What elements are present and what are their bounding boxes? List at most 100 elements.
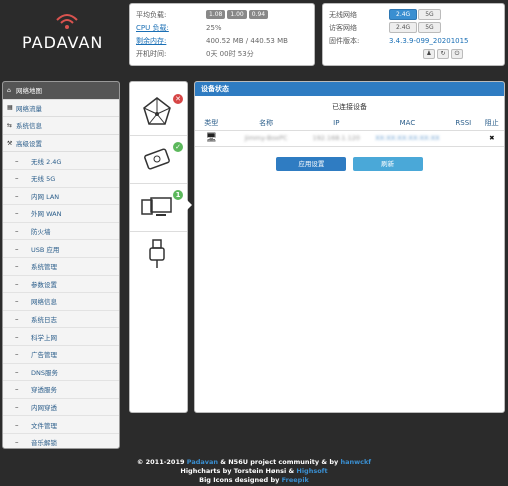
system-stats-panel: 平均负载: 1.08 1.00 0.94 CPU 负载: 25% 剩余内存: 4… — [129, 3, 315, 66]
dash-icon: – — [15, 227, 19, 236]
sidebar-sub-usb[interactable]: – USB 应用 — [3, 240, 119, 258]
hanwckf-link[interactable]: hanwckf — [340, 458, 371, 466]
sidebar-sub-firewall[interactable]: – 防火墙 — [3, 223, 119, 241]
dash-icon: – — [15, 174, 19, 183]
sidebar-sub-params[interactable]: – 参数设置 — [3, 276, 119, 294]
wifi-24g-button[interactable]: 2.4G — [389, 9, 418, 20]
clients-node[interactable]: 1 — [130, 184, 187, 232]
router-icon — [144, 148, 170, 170]
power-icon[interactable]: ⏻ — [451, 48, 463, 59]
footer-line-3: Big Icons designed by Freepik — [0, 476, 508, 485]
uptime-label: 开机时间: — [136, 49, 167, 58]
dash-icon: – — [15, 438, 19, 447]
dash-icon: – — [15, 156, 19, 165]
internet-node[interactable]: ✕ — [130, 88, 187, 136]
sidebar-sub-dns[interactable]: – DNS服务 — [3, 364, 119, 382]
dash-icon: – — [15, 315, 19, 324]
sidebar-sub-label: 系统日志 — [31, 316, 57, 325]
sidebar-sub-system-admin[interactable]: – 系统管理 — [3, 258, 119, 276]
dash-icon: – — [15, 262, 19, 271]
guest-24g-button[interactable]: 2.4G — [389, 22, 418, 33]
memory-label[interactable]: 剩余内存: — [136, 36, 206, 46]
sidebar-sub-files[interactable]: – 文件管理 — [3, 416, 119, 434]
footer-text: © 2011-2019 — [136, 458, 187, 466]
load-label: 平均负载: — [136, 10, 167, 19]
padavan-link[interactable]: Padavan — [187, 458, 218, 466]
table-row: 🖥 Jimmy-BoxPC 192.168.1.120 XX:XX:XX:XX:… — [195, 130, 504, 147]
dash-icon: – — [15, 367, 19, 376]
sidebar-sub-label: 系统管理 — [31, 263, 57, 272]
sidebar-sub-wan[interactable]: – 外网 WAN — [3, 205, 119, 223]
sidebar-item-advanced[interactable]: ⚒ 高级设置 — [3, 135, 119, 153]
client-count-badge: 1 — [173, 190, 183, 200]
col-rssi: RSSI — [447, 116, 480, 131]
sidebar-sub-label: 外网 WAN — [31, 210, 62, 219]
dash-icon: – — [15, 420, 19, 429]
freepik-link[interactable]: Freepik — [282, 476, 309, 484]
apply-button[interactable]: 应用设置 — [276, 156, 347, 171]
memory-value: 400.52 MB / 440.53 MB — [206, 36, 288, 45]
client-mac[interactable]: XX:XX:XX:XX:XX:XX — [367, 130, 448, 147]
dash-icon: – — [15, 350, 19, 359]
guest-5g-button[interactable]: 5G — [418, 22, 441, 33]
guest-label: 访客网络 — [329, 23, 357, 32]
cpu-label[interactable]: CPU 负载: — [136, 23, 206, 33]
col-name: 名称 — [227, 116, 305, 131]
uptime-value: 0天 00时 53分 — [206, 49, 254, 58]
wireless-panel: 无线网络 2.4G 5G 访客网络 2.4G 5G 固件版本: 3.4.3.9-… — [322, 3, 505, 66]
sidebar-nav: ⌂ 网络地图 ▦ 网络流量 ⇆ 系统信息 ⚒ 高级设置 – 无线 2.4G – 无线… — [2, 81, 120, 449]
sidebar-sub-network-info[interactable]: – 网络信息 — [3, 293, 119, 311]
sidebar-item-traffic[interactable]: ▦ 网络流量 — [3, 100, 119, 118]
sidebar-sub-music[interactable]: – 音乐解锁 — [3, 434, 119, 448]
footer-line-1: © 2011-2019 Padavan & N56U project commu… — [0, 458, 508, 467]
refresh-button[interactable]: 刷新 — [352, 156, 423, 171]
sidebar-item-label: 网络流量 — [16, 104, 42, 113]
sidebar-sub-lan[interactable]: – 内网 LAN — [3, 188, 119, 206]
ok-status-icon: ✓ — [173, 142, 183, 152]
wifi-5g-button[interactable]: 5G — [418, 9, 441, 20]
highsoft-link[interactable]: Highsoft — [296, 467, 327, 475]
refresh-icon[interactable]: ↻ — [437, 48, 449, 59]
sidebar-sub-tunnel[interactable]: – 穿透服务 — [3, 381, 119, 399]
sidebar-item-label: 高级设置 — [16, 140, 42, 149]
computers-icon — [141, 197, 172, 216]
col-block: 阻止 — [479, 116, 504, 131]
sidebar-sub-label: 内网 LAN — [31, 192, 60, 201]
sidebar-sub-label: 参数设置 — [31, 280, 57, 289]
sidebar-sub-label: USB 应用 — [31, 245, 60, 254]
sidebar-sub-proxy[interactable]: – 科学上网 — [3, 328, 119, 346]
footer-line-2: Highcharts by Torstein Hønsi & Highsoft — [0, 467, 508, 476]
router-node[interactable]: ✓ — [130, 136, 187, 184]
sidebar-sub-wireless-5g[interactable]: – 无线 5G — [3, 170, 119, 188]
sidebar-sub-label: 穿透服务 — [31, 386, 57, 395]
dash-icon: – — [15, 191, 19, 200]
sidebar-item-system-info[interactable]: ⇆ 系统信息 — [3, 117, 119, 135]
sidebar-sub-wireless-24g[interactable]: – 无线 2.4G — [3, 152, 119, 170]
firmware-label: 固件版本: — [329, 36, 360, 45]
sidebar-item-label: 网络地图 — [16, 87, 42, 96]
sidebar-item-network-map[interactable]: ⌂ 网络地图 — [3, 82, 119, 100]
sidebar-sub-label: 无线 2.4G — [31, 157, 62, 166]
dash-icon: – — [15, 402, 19, 411]
usb-node[interactable] — [130, 232, 187, 280]
sidebar-sub-adblock[interactable]: – 广告管理 — [3, 346, 119, 364]
client-ip: 192.168.1.120 — [304, 130, 368, 147]
client-name: Jimmy-BoxPC — [227, 130, 305, 147]
sidebar-sub-label: 无线 5G — [31, 175, 56, 184]
load-5: 1.00 — [227, 10, 247, 19]
sidebar-sub-label: 音乐解锁 — [31, 439, 57, 448]
sidebar-sub-syslog[interactable]: – 系统日志 — [3, 311, 119, 329]
brand-logo: PADAVAN — [18, 14, 118, 54]
grid-icon: ▦ — [7, 104, 13, 112]
sidebar-sub-label: 防火墙 — [31, 228, 51, 237]
dash-icon: – — [15, 244, 19, 253]
sidebar-sub-lan-tunnel[interactable]: – 内网穿透 — [3, 399, 119, 417]
client-rssi — [447, 130, 480, 147]
col-type: 类型 — [195, 116, 228, 131]
user-icon[interactable]: ♟ — [423, 48, 435, 59]
desktop-icon: 🖥 — [195, 130, 228, 147]
sidebar-item-label: 系统信息 — [16, 122, 42, 131]
sidebar-sub-label: 科学上网 — [31, 333, 57, 342]
block-button[interactable]: ✖ — [479, 130, 504, 147]
firmware-version[interactable]: 3.4.3.9-099_20201015 — [389, 37, 469, 45]
